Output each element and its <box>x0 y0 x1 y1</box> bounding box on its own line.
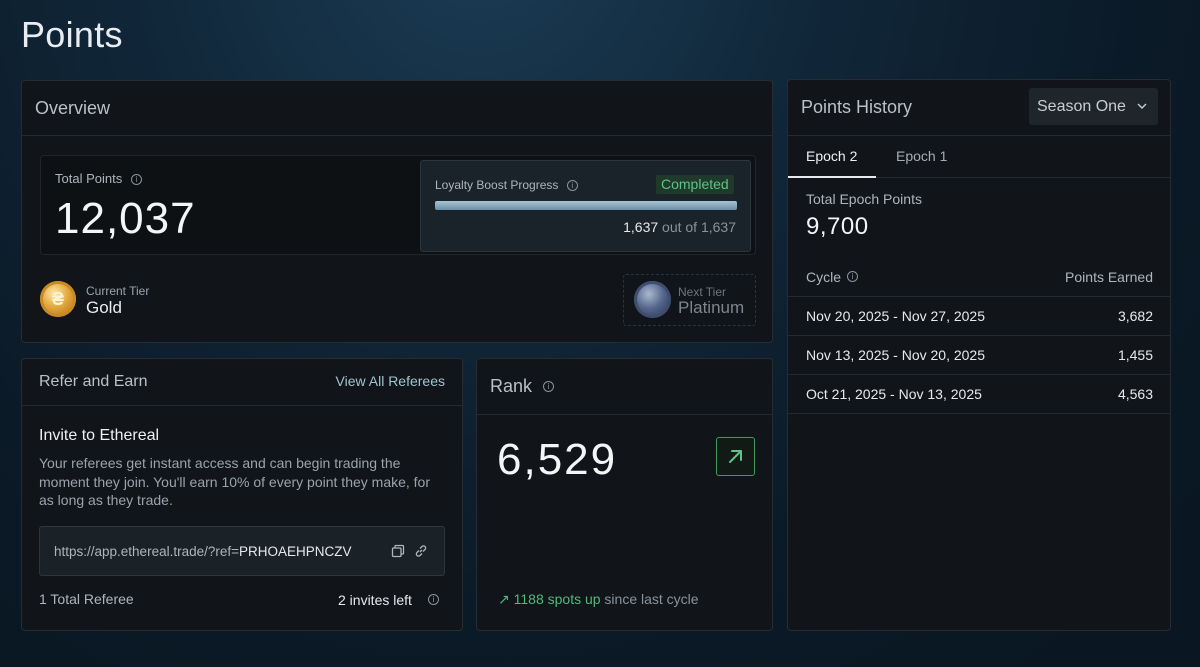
chevron-down-icon <box>1137 103 1147 109</box>
invites-left: 2 invites left <box>338 592 412 608</box>
points-history-card: Points History Season One Epoch 2 Epoch … <box>787 79 1171 631</box>
tab-epoch-2[interactable]: Epoch 2 <box>806 148 857 164</box>
rank-details-button[interactable] <box>716 437 755 476</box>
referral-url-prefix: https://app.ethereal.trade/?ref= <box>54 544 239 559</box>
rank-card: Rank i 6,529 ↗ 1188 spots up since last … <box>476 358 773 631</box>
rank-change-suffix: since last cycle <box>600 591 699 607</box>
points-earned: 3,682 <box>1117 308 1153 324</box>
referral-link-field[interactable]: https://app.ethereal.trade/?ref=PRHOAEHP… <box>39 526 445 576</box>
total-referee-count: 1 Total Referee <box>39 591 134 607</box>
rank-change: ↗ 1188 spots up since last cycle <box>498 591 699 608</box>
column-header-points-earned: Points Earned <box>1065 269 1153 285</box>
overview-header: Overview <box>35 98 111 118</box>
loyalty-out-of: out of 1,637 <box>662 219 736 235</box>
table-bottom-divider <box>788 413 1170 414</box>
table-row: Nov 13, 2025 - Nov 20, 2025 1,455 <box>788 335 1170 374</box>
history-divider <box>788 135 1170 136</box>
copy-icon[interactable] <box>391 544 405 558</box>
overview-card: Overview Total Points i 12,037 Loyalty B… <box>21 80 773 343</box>
loyalty-progress-fill <box>435 201 737 210</box>
view-all-referees-link[interactable]: View All Referees <box>336 373 445 389</box>
link-icon[interactable] <box>414 544 428 558</box>
season-dropdown[interactable]: Season One <box>1029 88 1158 125</box>
next-tier-label: Next Tier <box>678 285 727 299</box>
loyalty-boost-label: Loyalty Boost Progress i <box>435 178 578 192</box>
cycle-range: Oct 21, 2025 - Nov 13, 2025 <box>806 386 982 402</box>
refer-card: Refer and Earn View All Referees Invite … <box>21 358 463 631</box>
total-epoch-points-label: Total Epoch Points <box>806 191 922 207</box>
page-title: Points <box>21 14 123 55</box>
rank-change-up: 1188 spots up <box>513 591 601 607</box>
points-earned: 1,455 <box>1117 347 1153 363</box>
points-history-header: Points History <box>801 97 913 117</box>
next-tier-value: Platinum <box>678 298 745 317</box>
referral-code: PRHOAEHPNCZV <box>239 544 352 559</box>
total-points-label: Total Points i <box>55 171 142 186</box>
arrow-up-right-icon: ↗ <box>498 591 510 607</box>
table-row: Nov 20, 2025 - Nov 27, 2025 3,682 <box>788 296 1170 335</box>
loyalty-progress-count: 1,637 out of 1,637 <box>623 219 736 235</box>
total-epoch-points-value: 9,700 <box>806 213 869 240</box>
column-header-cycle: Cycle <box>806 269 842 285</box>
invite-title: Invite to Ethereal <box>39 427 160 444</box>
referral-url: https://app.ethereal.trade/?ref=PRHOAEHP… <box>54 544 352 559</box>
gold-tier-icon: ₴ <box>40 281 76 317</box>
loyalty-boost-label-text: Loyalty Boost Progress <box>435 178 559 192</box>
info-icon[interactable]: i <box>428 594 439 605</box>
invite-description: Your referees get instant access and can… <box>39 455 431 508</box>
next-tier-panel: Next Tier Platinum <box>623 274 756 326</box>
current-tier-value: Gold <box>86 298 122 317</box>
refer-divider <box>22 405 462 406</box>
tab-epoch-1[interactable]: Epoch 1 <box>896 148 947 164</box>
rank-divider <box>477 414 772 415</box>
rank-header: Rank <box>490 376 533 396</box>
cycle-range: Nov 13, 2025 - Nov 20, 2025 <box>806 347 986 363</box>
info-icon[interactable]: i <box>543 381 554 392</box>
total-points-value: 12,037 <box>55 194 196 243</box>
platinum-tier-icon <box>634 281 671 318</box>
total-points-panel: Total Points i 12,037 Loyalty Boost Prog… <box>40 155 756 255</box>
info-icon[interactable]: i <box>130 174 142 186</box>
cycle-range: Nov 20, 2025 - Nov 27, 2025 <box>806 308 986 324</box>
arrow-up-right-icon <box>729 450 742 463</box>
overview-divider <box>22 135 772 136</box>
info-icon[interactable]: i <box>566 180 578 192</box>
refer-header: Refer and Earn <box>39 373 148 390</box>
points-earned: 4,563 <box>1117 386 1153 402</box>
info-icon[interactable]: i <box>847 271 858 282</box>
active-tab-indicator <box>788 176 876 178</box>
rank-value: 6,529 <box>497 435 618 484</box>
loyalty-progress-bar <box>435 201 737 210</box>
season-selected: Season One <box>1037 98 1126 115</box>
total-points-label-text: Total Points <box>55 171 123 186</box>
current-tier-label: Current Tier <box>86 284 150 298</box>
loyalty-boost-panel: Loyalty Boost Progress i Completed 1,637… <box>420 160 751 252</box>
loyalty-current: 1,637 <box>623 219 659 235</box>
table-row: Oct 21, 2025 - Nov 13, 2025 4,563 <box>788 374 1170 413</box>
status-badge: Completed <box>656 175 734 194</box>
